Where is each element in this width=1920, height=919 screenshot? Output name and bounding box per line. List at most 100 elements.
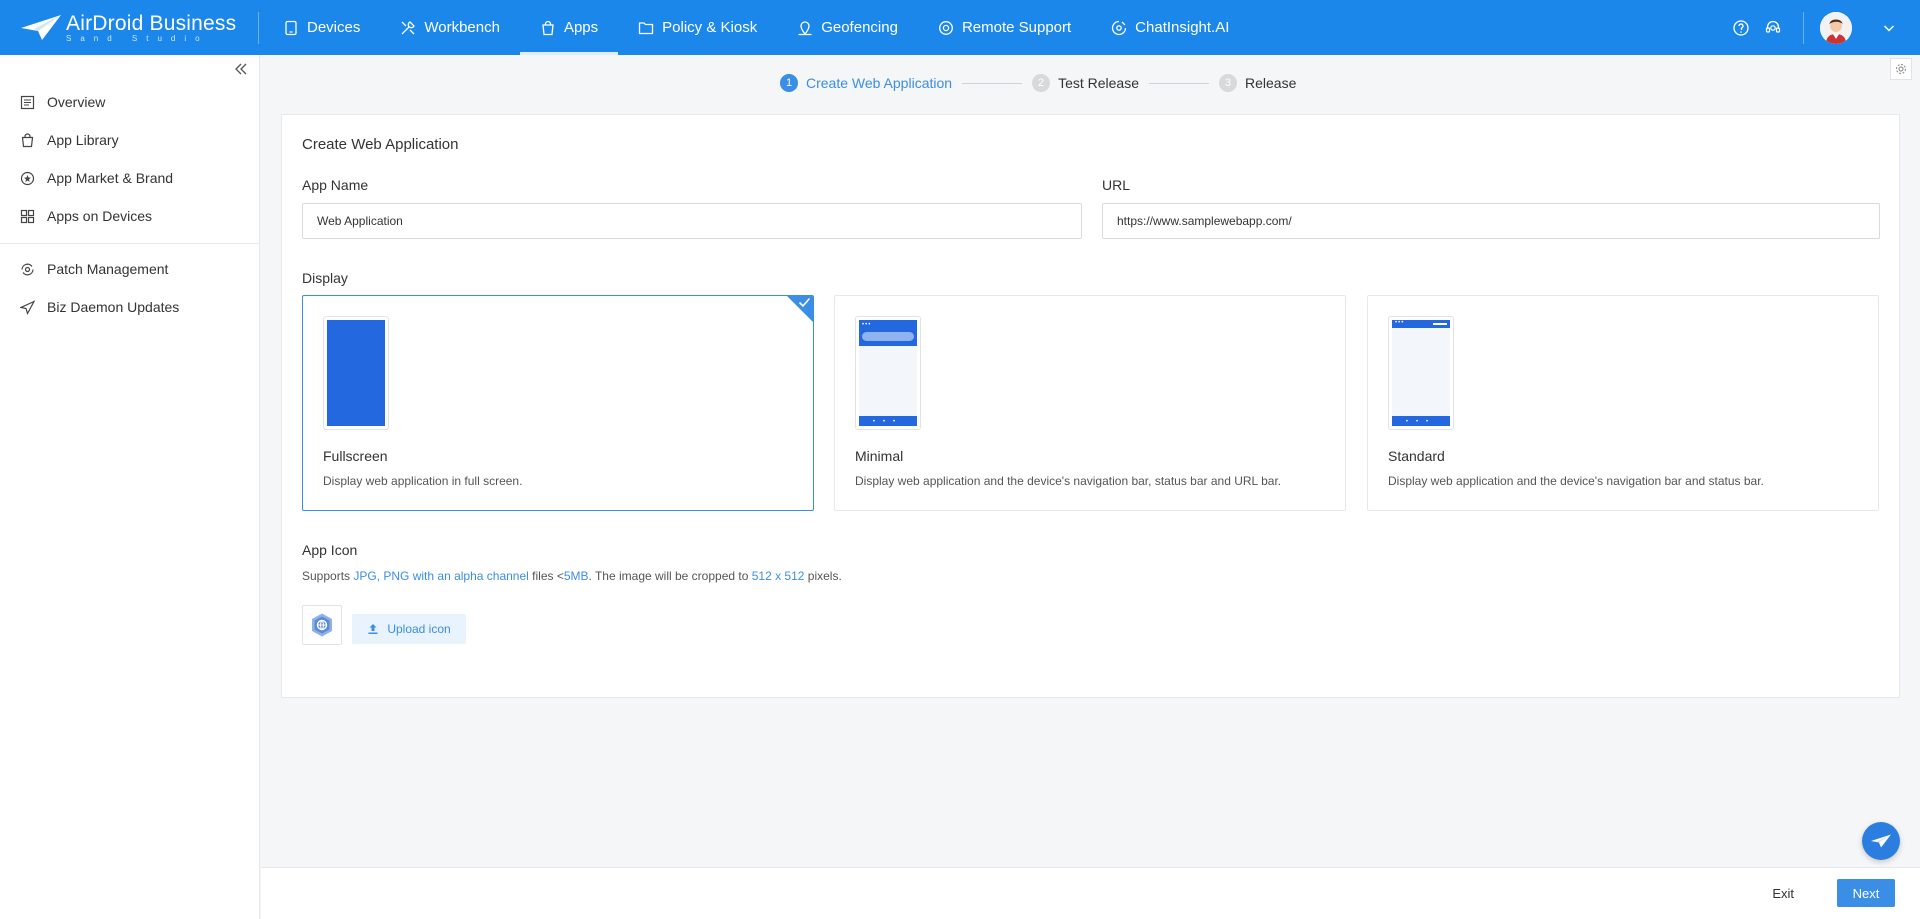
- standard-preview: ••• •••: [1388, 316, 1454, 430]
- app-name-label: App Name: [302, 177, 369, 193]
- url-input[interactable]: [1102, 203, 1880, 239]
- support-agent-icon[interactable]: [1764, 19, 1782, 37]
- help-icon[interactable]: [1732, 19, 1750, 37]
- option-description: Display web application in full screen.: [323, 474, 523, 488]
- sidebar-item-overview[interactable]: Overview: [0, 83, 259, 121]
- sidebar-item-label: Overview: [47, 94, 106, 110]
- sidebar-item-apps-on-devices[interactable]: Apps on Devices: [0, 197, 259, 235]
- user-avatar-icon: [1820, 11, 1852, 44]
- bag-icon: [542, 20, 554, 35]
- sidebar-item-patch-management[interactable]: Patch Management: [0, 250, 259, 288]
- footer-bar: Exit Next: [261, 867, 1920, 919]
- nav-devices-label: Devices: [307, 19, 361, 36]
- option-title: Standard: [1388, 448, 1445, 464]
- collapse-sidebar-icon[interactable]: [233, 61, 249, 77]
- step-test-release: 2 Test Release: [1032, 74, 1139, 92]
- app-icon-label: App Icon: [302, 542, 358, 558]
- nav-geofencing[interactable]: Geofencing: [777, 0, 918, 55]
- support-prefix: Supports: [302, 569, 354, 583]
- exit-button[interactable]: Exit: [1760, 879, 1806, 907]
- top-right-tools: [1725, 0, 1920, 55]
- nav-devices[interactable]: Devices: [263, 0, 380, 55]
- nav-policy-kiosk-label: Policy & Kiosk: [662, 19, 758, 36]
- display-option-minimal[interactable]: ••• ••• Minimal Display web application …: [834, 295, 1346, 511]
- step-number: 1: [780, 74, 798, 92]
- sidebar-item-app-library[interactable]: App Library: [0, 121, 259, 159]
- nav-policy-kiosk[interactable]: Policy & Kiosk: [618, 0, 777, 55]
- divider: [1803, 11, 1804, 44]
- ai-chat-icon: [1112, 20, 1127, 35]
- map-pin-icon: [798, 20, 812, 35]
- floating-assistant-button[interactable]: [1862, 822, 1900, 860]
- minimal-preview: ••• •••: [855, 316, 921, 430]
- step-label: Test Release: [1058, 75, 1139, 91]
- sidebar-item-biz-daemon-updates[interactable]: Biz Daemon Updates: [0, 288, 259, 326]
- step-create-web-application: 1 Create Web Application: [780, 74, 952, 92]
- display-option-fullscreen[interactable]: Fullscreen Display web application in fu…: [302, 295, 814, 511]
- user-avatar[interactable]: [1820, 11, 1852, 44]
- sidebar-divider: [0, 243, 259, 244]
- support-mid2: . The image will be cropped to: [588, 569, 752, 583]
- patch-icon: [21, 263, 34, 275]
- url-label: URL: [1102, 177, 1131, 193]
- list-icon: [20, 95, 35, 109]
- nav-remote-support-label: Remote Support: [961, 19, 1072, 36]
- display-option-standard[interactable]: ••• ••• Standard Display web application…: [1367, 295, 1879, 511]
- sidebar-item-app-market-brand[interactable]: App Market & Brand: [0, 159, 259, 197]
- tools-icon: [401, 20, 416, 34]
- step-number: 3: [1219, 74, 1237, 92]
- upload-icon-button[interactable]: Upload icon: [352, 614, 466, 644]
- sidebar-item-label: Biz Daemon Updates: [47, 299, 180, 315]
- fullscreen-preview: [323, 316, 389, 430]
- step-connector: [962, 82, 1023, 84]
- option-title: Fullscreen: [323, 448, 388, 464]
- support-size: 5MB: [563, 569, 589, 583]
- nav-chatinsight[interactable]: ChatInsight.AI: [1091, 0, 1249, 55]
- nav-remote-support[interactable]: Remote Support: [918, 0, 1091, 55]
- sidebar-item-label: Patch Management: [47, 261, 169, 277]
- gear-icon: [1895, 63, 1907, 75]
- step-release: 3 Release: [1219, 74, 1296, 92]
- app-icon-preview: [302, 605, 342, 645]
- nav-workbench[interactable]: Workbench: [380, 0, 520, 55]
- step-label: Create Web Application: [806, 75, 953, 91]
- nav-workbench-label: Workbench: [424, 19, 500, 36]
- option-description: Display web application and the device's…: [1388, 474, 1764, 488]
- nav-chatinsight-label: ChatInsight.AI: [1135, 19, 1230, 36]
- support-mid1: files <: [528, 569, 564, 583]
- tablet-icon: [285, 20, 297, 35]
- step-label: Release: [1245, 75, 1297, 91]
- page-settings-button[interactable]: [1890, 58, 1912, 80]
- step-number: 2: [1032, 74, 1051, 92]
- lifebuoy-icon: [938, 20, 953, 35]
- nav-apps-label: Apps: [563, 19, 599, 36]
- paper-plane-logo-icon: [21, 14, 61, 40]
- support-dims: 512 x 512: [751, 569, 805, 583]
- option-description: Display web application and the device's…: [855, 474, 1282, 488]
- chevron-down-icon[interactable]: [1882, 21, 1896, 35]
- sidebar-item-label: App Market & Brand: [47, 170, 174, 186]
- support-formats: JPG, PNG with an alpha channel: [353, 569, 529, 583]
- next-button[interactable]: Next: [1837, 879, 1895, 907]
- paper-plane-icon: [1871, 834, 1891, 848]
- logo[interactable]: AirDroid Business Sand Studio: [0, 0, 258, 55]
- divider: [258, 11, 259, 44]
- upload-icon: [368, 624, 378, 634]
- nav-geofencing-label: Geofencing: [821, 19, 898, 36]
- main-nav: Devices Workbench Apps Policy & Kiosk Ge…: [263, 0, 1249, 55]
- folder-icon: [639, 21, 654, 34]
- app-icon-requirements: Supports JPG, PNG with an alpha channel …: [302, 569, 842, 583]
- support-suffix: pixels.: [804, 569, 842, 583]
- sidebar-item-label: Apps on Devices: [47, 208, 153, 224]
- logo-text: AirDroid Business: [66, 11, 237, 35]
- nav-apps[interactable]: Apps: [519, 0, 619, 55]
- bag-icon: [21, 132, 34, 147]
- sidebar-item-label: App Library: [47, 132, 119, 148]
- upload-button-label: Upload icon: [387, 622, 451, 636]
- app-name-input[interactable]: [302, 203, 1082, 239]
- display-label: Display: [302, 270, 348, 286]
- option-title: Minimal: [855, 448, 904, 464]
- badge-icon: [20, 171, 35, 185]
- grid-icon: [20, 209, 35, 223]
- page-title: Create Web Application: [302, 136, 459, 153]
